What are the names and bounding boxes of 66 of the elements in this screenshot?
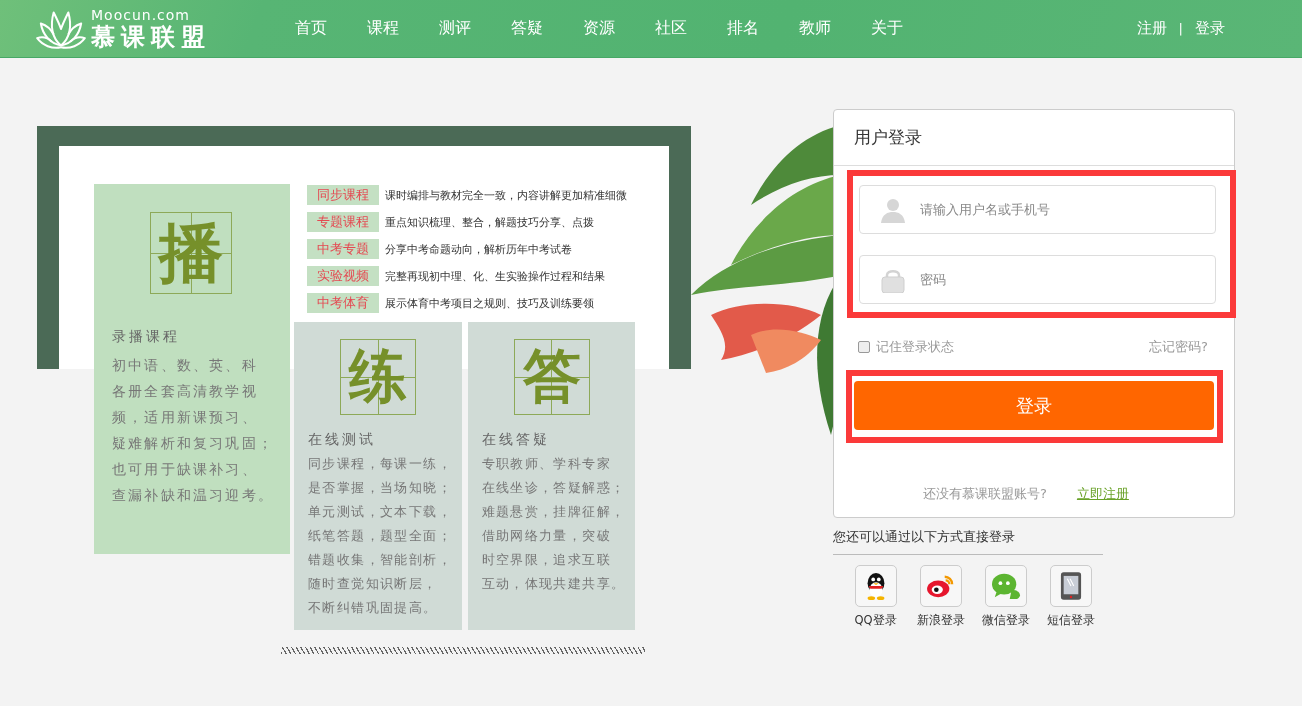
card-text: 各册全套高清教学视: [112, 382, 259, 401]
card-text: 时空界限，追求互联: [481, 551, 613, 569]
nav-link[interactable]: 资源: [583, 18, 655, 39]
login-link[interactable]: 登录: [1195, 19, 1225, 38]
nav-link[interactable]: 答疑: [511, 18, 583, 39]
feature-tag: 中考体育: [307, 293, 379, 313]
card-title: 录播课程: [112, 328, 181, 346]
logo-name: 慕课联盟: [91, 25, 211, 49]
social-login-label: 新浪登录: [916, 613, 965, 628]
feature-description: 课时编排与教材完全一致，内容讲解更加精准细微: [385, 187, 627, 203]
card-text: 频，适用新课预习、: [112, 408, 259, 427]
card-text: 随时查觉知识断层，: [308, 575, 439, 593]
card-text: 借助网络力量，突破: [481, 527, 613, 545]
card-text: 难题悬赏，挂牌征解，: [481, 503, 627, 521]
feature-description: 完整再现初中理、化、生实验操作过程和结果: [385, 268, 605, 284]
register-prompt: 还没有慕课联盟账号?: [923, 485, 1047, 503]
site-logo[interactable]: Moocun.com 慕课联盟: [35, 6, 295, 51]
nav-link[interactable]: 社区: [655, 18, 727, 39]
login-title: 用户登录: [834, 110, 1234, 166]
nav-link[interactable]: 教师: [799, 18, 871, 39]
forgot-password-link[interactable]: 忘记密码?: [1149, 338, 1208, 356]
feature-description: 重点知识梳理、整合，解题技巧分享、点拨: [385, 214, 594, 230]
feature-tag: 实验视频: [307, 266, 379, 286]
register-link[interactable]: 注册: [1136, 19, 1167, 38]
input-field[interactable]: 密码: [859, 255, 1216, 304]
feature-tag: 中考专题: [307, 239, 379, 259]
card-text: 互动，体现共建共享。: [481, 575, 627, 593]
card-title: 在线测试: [308, 431, 377, 449]
separator: |: [1178, 21, 1183, 36]
feature-description: 展示体育中考项目之规则、技巧及训练要领: [385, 295, 594, 311]
chat-bubbles-icon: [990, 572, 1021, 600]
nav-link[interactable]: 排名: [727, 18, 799, 39]
card-text: 错题收集，智能剖析，: [308, 551, 453, 569]
card-text: 是否掌握，当场知晓；: [308, 479, 453, 497]
social-login-button[interactable]: [854, 565, 897, 607]
social-login-heading: 您还可以通过以下方式直接登录: [833, 528, 1103, 555]
nav-link[interactable]: 关于: [871, 18, 943, 39]
card-text: 单元测试，文本下载，: [308, 503, 453, 521]
eye-logo-icon: [925, 573, 956, 599]
remember-label: 记住登录状态: [876, 338, 954, 356]
feature-tag: 同步课程: [307, 185, 379, 205]
card-text: 查漏补缺和温习迎考。: [112, 486, 275, 505]
phone-icon: [1059, 571, 1082, 601]
input-field[interactable]: 请输入用户名或手机号: [859, 185, 1216, 234]
card-title: 在线答疑: [481, 431, 551, 449]
card-text: 也可用于缺课补习、: [112, 460, 259, 479]
card-text: 专职教师、学科专家: [481, 455, 613, 473]
card-text: 初中语、数、英、科: [112, 356, 259, 375]
feature-tag: 专题课程: [307, 212, 379, 232]
social-login-label: 短信登录: [1046, 613, 1095, 628]
login-button[interactable]: 登录: [854, 381, 1214, 430]
checkbox[interactable]: [858, 341, 870, 353]
logo-domain: Moocun.com: [91, 8, 191, 22]
social-login-button[interactable]: [1049, 565, 1092, 607]
card-text: 纸笔答题，题型全面；: [308, 527, 453, 545]
register-link[interactable]: 立即注册: [1076, 485, 1129, 503]
feature-description: 分享中考命题动向，解析历年中考试卷: [385, 241, 572, 257]
card-text: 在线坐诊，答疑解惑；: [481, 479, 627, 497]
card-text: 同步课程，每课一练，: [308, 455, 453, 473]
card-text: 疑难解析和复习巩固；: [112, 434, 275, 453]
nav-link[interactable]: 首页: [295, 18, 367, 39]
social-login-label: 微信登录: [981, 613, 1030, 628]
nav-link[interactable]: 测评: [439, 18, 511, 39]
social-login-label: QQ登录: [854, 613, 897, 628]
nav-link[interactable]: 课程: [367, 18, 439, 39]
card-text: 不断纠错巩固提高。: [308, 599, 439, 617]
